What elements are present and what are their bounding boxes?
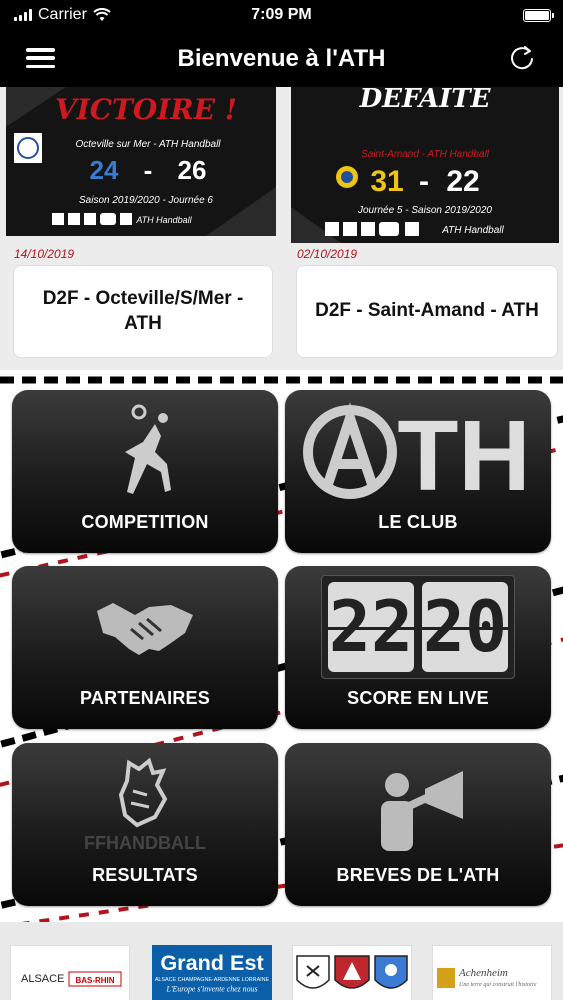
- news-headline: DEFAITE: [359, 87, 492, 114]
- menu-grid: COMPETITION TH LE CLUB PARTENAIRES 22 20: [0, 370, 563, 922]
- ath-logo-icon: TH: [285, 398, 551, 506]
- news-social: ATH Handball: [135, 215, 192, 225]
- competition-tile[interactable]: COMPETITION: [12, 390, 278, 553]
- hamburger-menu-icon[interactable]: [26, 48, 55, 68]
- breves-tile[interactable]: BREVES DE L'ATH: [285, 743, 551, 906]
- news-date: 14/10/2019: [14, 247, 75, 261]
- sponsor-grand-est-subtitle: ALSACE CHAMPAGNE-ARDENNE LORRAINE: [155, 977, 270, 983]
- sponsor-grand-est-tagline: L'Europe s'invente chez nous: [165, 985, 257, 994]
- le-club-tile[interactable]: TH LE CLUB: [285, 390, 551, 553]
- news-image[interactable]: VICTOIRE ! Octeville sur Mer - ATH Handb…: [6, 87, 276, 236]
- news-score-home: 24: [90, 155, 119, 185]
- ffhandball-text: FFHANDBALL: [84, 833, 206, 853]
- news-image[interactable]: DEFAITE Saint-Amand - ATH Handball 31 - …: [291, 87, 559, 243]
- sponsor-achenheim-title: Achenheim: [458, 967, 508, 979]
- score-en-live-tile[interactable]: 22 20 SCORE EN LIVE: [285, 566, 551, 729]
- news-date: 02/10/2019: [297, 247, 358, 261]
- tile-label: RESULTATS: [92, 865, 198, 885]
- news-score-away: 26: [178, 155, 207, 185]
- wifi-icon: [93, 8, 111, 21]
- sponsor-grand-est-title: Grand Est: [160, 950, 263, 975]
- tile-label: SCORE EN LIVE: [347, 688, 489, 708]
- news-title[interactable]: D2F - Saint-Amand - ATH: [296, 265, 558, 358]
- news-headline: VICTOIRE !: [55, 93, 237, 126]
- news-title[interactable]: D2F - Octeville/S/Mer - ATH: [13, 265, 273, 358]
- carrier-label: Carrier: [38, 6, 87, 23]
- sponsor-alsace-text: ALSACE: [21, 973, 64, 985]
- news-score-away: 22: [446, 165, 479, 198]
- sponsor-bar: ALSACE BAS-RHIN Grand Est ALSACE CHAMPAG…: [0, 922, 563, 1000]
- sponsor-coats-of-arms[interactable]: [292, 945, 412, 1000]
- svg-text:-: -: [419, 165, 429, 198]
- news-score-home: 31: [370, 165, 403, 198]
- handshake-icon: [12, 574, 278, 682]
- sponsor-achenheim-tagline: Une terre qui construit l'histoire: [459, 982, 537, 988]
- news-card[interactable]: VICTOIRE ! Octeville sur Mer - ATH Handb…: [6, 87, 276, 362]
- resultats-tile[interactable]: FFHANDBALL RESULTATS: [12, 743, 278, 906]
- partenaires-tile[interactable]: PARTENAIRES: [12, 566, 278, 729]
- news-season: Saison 2019/2020 - Journée 6: [79, 195, 213, 206]
- news-season: Journée 5 - Saison 2019/2020: [357, 205, 492, 216]
- sponsor-alsace-bas-rhin[interactable]: ALSACE BAS-RHIN: [10, 945, 130, 1000]
- sponsor-achenheim[interactable]: Achenheim Une terre qui construit l'hist…: [432, 945, 552, 1000]
- battery-icon: [523, 8, 554, 22]
- refresh-icon[interactable]: [507, 43, 537, 73]
- battery-level: [525, 10, 549, 20]
- news-social: ATH Handball: [441, 225, 504, 236]
- news-match: Octeville sur Mer - ATH Handball: [75, 139, 221, 150]
- status-bar: Carrier 7:09 PM: [0, 0, 563, 30]
- clock-right-digits: 20: [422, 582, 508, 672]
- status-left: Carrier: [14, 6, 111, 24]
- tile-label: COMPETITION: [81, 512, 209, 532]
- page-title: Bienvenue à l'ATH: [177, 44, 386, 72]
- tile-label: BREVES DE L'ATH: [336, 865, 500, 885]
- clock-left-digits: 22: [328, 582, 414, 672]
- signal-icon: [14, 9, 32, 21]
- tile-label: LE CLUB: [378, 512, 458, 532]
- megaphone-person-icon: [285, 751, 551, 859]
- sponsor-bas-rhin-text: BAS-RHIN: [75, 976, 114, 985]
- news-carousel[interactable]: VICTOIRE ! Octeville sur Mer - ATH Handb…: [0, 87, 563, 370]
- ath-logo-text: TH: [397, 402, 530, 502]
- news-card[interactable]: DEFAITE Saint-Amand - ATH Handball 31 - …: [291, 87, 561, 362]
- svg-text:-: -: [144, 155, 153, 185]
- handball-player-icon: [12, 398, 278, 506]
- tile-label: PARTENAIRES: [80, 688, 210, 708]
- flip-clock-icon: 22 20: [285, 572, 551, 682]
- news-match: Saint-Amand - ATH Handball: [361, 149, 490, 160]
- sponsor-grand-est[interactable]: Grand Est ALSACE CHAMPAGNE-ARDENNE LORRA…: [152, 945, 272, 1000]
- app-header: Bienvenue à l'ATH: [0, 30, 563, 87]
- ffhandball-rooster-icon: FFHANDBALL: [12, 751, 278, 859]
